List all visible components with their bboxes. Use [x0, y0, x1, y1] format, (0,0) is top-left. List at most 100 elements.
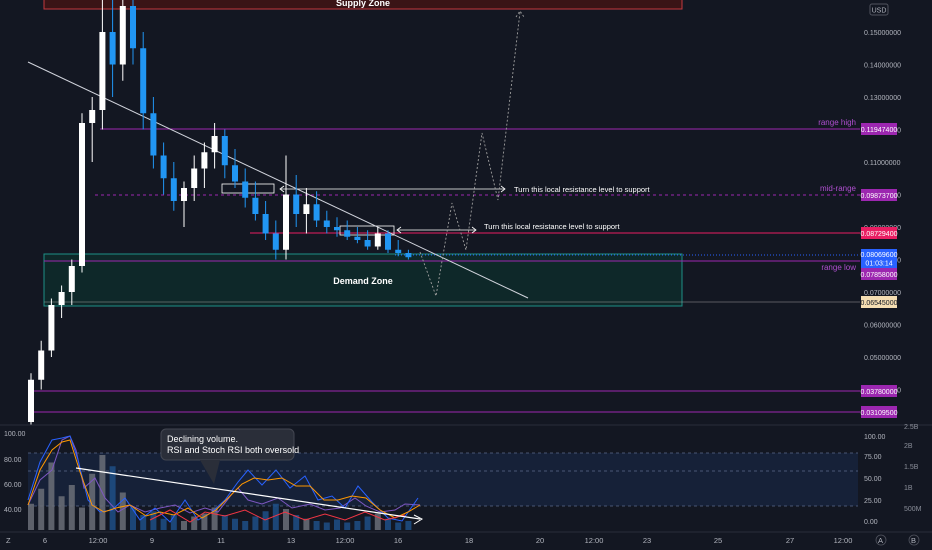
ind-left-tick: 60.00: [4, 482, 22, 489]
price-axis-tick: 0.11000000: [864, 160, 901, 167]
volume-bar: [313, 521, 320, 530]
ind-left-tick: 80.00: [4, 457, 22, 464]
time-tick: 23: [643, 536, 651, 545]
price-axis-tick: 0.14000000: [864, 63, 901, 70]
price-axis-tick: 0.05000000: [864, 355, 901, 362]
ind-right-tick: 25.00: [864, 498, 882, 505]
ind-left-tick: 40.00: [4, 507, 22, 514]
candle-body: [385, 233, 391, 250]
range-high-label: range high: [818, 118, 856, 127]
candle-body: [211, 136, 218, 153]
ind-right-tick: 50.00: [864, 476, 882, 483]
candle-body: [79, 123, 85, 266]
supply-zone: Supply Zone: [43, 0, 683, 10]
time-tick: 18: [465, 536, 473, 545]
volume-bar: [323, 522, 330, 530]
volume-bar: [38, 488, 45, 530]
volume-bar: [385, 518, 391, 530]
vol-axis-tick: 500M: [904, 506, 922, 513]
volume-bar: [262, 511, 269, 530]
candle-body: [334, 227, 340, 231]
time-tick: 6: [43, 536, 47, 545]
candle-body: [374, 233, 381, 247]
time-tick: 12:00: [336, 536, 355, 545]
ind-right-tick: 100.00: [864, 434, 886, 441]
ind-left-tick: 100.00: [4, 431, 26, 438]
candle-body: [293, 194, 300, 214]
volume-bar: [28, 503, 34, 530]
callout-line-1: Declining volume.: [167, 434, 238, 444]
time-tick: 12:00: [89, 536, 108, 545]
volume-bar: [160, 518, 167, 530]
candle-body: [313, 204, 320, 221]
price-axis-tick: 0.13000000: [864, 95, 901, 102]
volume-bar: [58, 496, 65, 530]
range-low-price: 0.07858000: [861, 272, 898, 279]
candle-body: [119, 6, 126, 65]
candle-body: [242, 181, 249, 198]
candle-body: [191, 168, 198, 188]
volume-bar: [405, 521, 412, 530]
resistance-price: 0.08729400: [861, 231, 898, 238]
volume-bar: [303, 518, 310, 530]
time-tick: 9: [150, 536, 154, 545]
current-price: 0.08069600: [861, 252, 898, 259]
price-axis-tick: 0.07000000: [864, 290, 901, 297]
log-scale-button[interactable]: B: [911, 536, 916, 545]
candle-body: [252, 197, 259, 214]
candle-body: [323, 220, 330, 227]
time-tick: 20: [536, 536, 544, 545]
demand-low-price: 0.06545000: [861, 300, 898, 307]
volume-bar: [109, 466, 116, 530]
support-2-price: 0.03109500: [861, 410, 898, 417]
time-tick: 11: [217, 536, 225, 545]
volume-bar: [221, 515, 228, 530]
candle-body: [201, 152, 208, 169]
ind-right-tick: 75.00: [864, 454, 882, 461]
auto-scale-button[interactable]: A: [878, 536, 883, 545]
callout-line-2: RSI and Stoch RSI both oversold: [167, 445, 299, 455]
time-tick: 12:00: [834, 536, 853, 545]
candle-body: [405, 253, 412, 258]
price-axis-tick: 0.15000000: [864, 30, 901, 37]
candle-body: [58, 292, 65, 305]
candle-body: [170, 178, 177, 201]
candle-body: [68, 266, 75, 292]
vol-axis-tick: 1B: [904, 485, 913, 492]
candle-body: [89, 110, 96, 123]
vol-axis-tick: 1.5B: [904, 464, 919, 471]
candle-body: [232, 165, 238, 182]
candle-body: [221, 136, 228, 166]
mid-range-price: 0.09873700: [861, 193, 898, 200]
time-tick: 13: [287, 536, 295, 545]
candle-body: [283, 194, 289, 250]
volume-bar: [395, 522, 402, 530]
time-tick: 12:00: [585, 536, 604, 545]
vol-axis-tick: 2B: [904, 443, 913, 450]
currency-badge-label: USD: [872, 8, 887, 15]
volume-bar: [364, 516, 371, 530]
time-tick: 25: [714, 536, 722, 545]
volume-bar: [232, 518, 238, 530]
candle-body: [109, 32, 116, 65]
candle-body: [344, 230, 351, 237]
candle-body: [354, 236, 361, 240]
demand-zone: Demand Zone: [43, 253, 683, 307]
candle-body: [150, 113, 157, 156]
vol-axis-tick: 2.5B: [904, 424, 919, 431]
volume-bar: [334, 519, 340, 530]
volume-bar: [79, 507, 85, 530]
candle-body: [48, 305, 55, 351]
volume-bar: [252, 516, 259, 530]
trading-chart[interactable]: Supply Zone Demand Zone range high mid-r…: [0, 0, 932, 550]
range-low-label: range low: [821, 263, 856, 272]
resistance-note-2: Turn this local resistance level to supp…: [484, 222, 621, 231]
price-axis-tick: 0.06000000: [864, 323, 901, 330]
range-high-price: 0.11947400: [861, 127, 898, 134]
time-tick: 16: [394, 536, 402, 545]
volume-bar: [181, 521, 187, 530]
candle-body: [181, 188, 187, 201]
volume-bar: [344, 522, 351, 530]
zoom-icon[interactable]: Z: [6, 536, 11, 545]
candle-body: [395, 249, 402, 253]
